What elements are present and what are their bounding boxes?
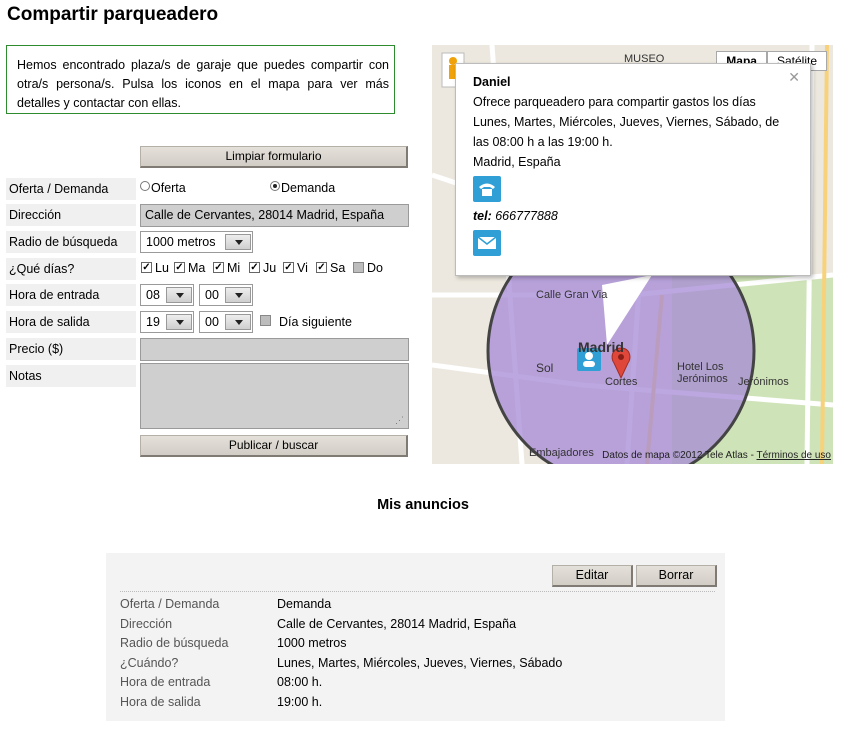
clear-form-button[interactable]: Limpiar formulario [140, 146, 408, 168]
label-direccion: Dirección [6, 204, 136, 226]
popup-line-4: Madrid, España [473, 155, 561, 169]
popup-tel-label: tel: [473, 209, 492, 223]
publish-search-button[interactable]: Publicar / buscar [140, 435, 408, 457]
label-dias: ¿Qué días? [6, 258, 136, 280]
divider [120, 591, 715, 592]
map-attribution: Datos de mapa ©2012 Tele Atlas - Término… [602, 450, 831, 461]
day-checkbox[interactable]: ✓ [174, 262, 185, 273]
day-checkbox[interactable]: ✓ [213, 262, 224, 273]
day-checkbox[interactable]: ✓ [249, 262, 260, 273]
label-precio: Precio ($) [6, 338, 136, 360]
ad-field-value: Lunes, Martes, Miércoles, Jueves, Vierne… [277, 655, 563, 670]
popup-tel-value: 666777888 [495, 209, 558, 223]
chevron-down-icon [166, 314, 192, 330]
label-notas: Notas [6, 365, 136, 387]
chevron-down-icon [225, 287, 251, 303]
map-label-madrid: Madrid [578, 339, 624, 355]
salida-hora-select[interactable]: 19 [140, 311, 194, 333]
radio-demanda-label: Demanda [281, 181, 336, 195]
entrada-min-select[interactable]: 00 [199, 284, 253, 306]
ad-field-value: Demanda [277, 597, 332, 611]
ad-field-value: 19:00 h. [277, 695, 323, 709]
ad-field-value: 1000 metros [277, 636, 347, 651]
popup-tel: tel: 666777888 [473, 206, 800, 226]
notas-textarea[interactable]: ⋰ [140, 363, 409, 429]
radio-select[interactable]: 1000 metros [140, 231, 253, 253]
label-oferta-demanda: Oferta / Demanda [6, 178, 136, 200]
ad-field-label: ¿Cuándo? [120, 655, 179, 670]
popup-line-2: Lunes, Martes, Miércoles, Jueves, Vierne… [473, 115, 780, 129]
label-hora-entrada: Hora de entrada [6, 284, 136, 306]
dia-siguiente-label: Día siguiente [279, 315, 352, 329]
map-label-hotel: Hotel Los Jerónimos [677, 361, 728, 385]
mail-icon[interactable] [473, 230, 501, 256]
map-terms-link[interactable]: Términos de uso [757, 450, 831, 461]
map-info-window: ✕ Daniel Ofrece parqueadero para compart… [455, 63, 811, 276]
chevron-down-icon [225, 234, 251, 250]
map-label-gran-via: Calle Gran Via [536, 289, 608, 301]
map-label-embajadores: Embajadores [529, 447, 594, 459]
day-checkbox[interactable] [353, 262, 364, 273]
radio-demanda[interactable] [270, 181, 280, 191]
close-icon[interactable]: ✕ [788, 67, 800, 87]
label-hora-salida: Hora de salida [6, 311, 136, 333]
entrada-hora-value: 08 [146, 288, 160, 302]
ad-field-label: Dirección [120, 616, 173, 631]
day-label: Vi [297, 261, 308, 275]
ad-field-value: 08:00 h. [277, 675, 323, 690]
map-view[interactable]: MUSEO Calle Gran Via Madrid Sol Cortes H… [432, 45, 833, 464]
entrada-hora-select[interactable]: 08 [140, 284, 194, 306]
chevron-down-icon [225, 314, 251, 330]
salida-hora-value: 19 [146, 315, 160, 329]
precio-input[interactable] [140, 338, 409, 361]
phone-icon[interactable] [473, 176, 501, 202]
day-label: Ju [263, 261, 277, 275]
my-ads-panel: Editar Borrar Oferta / Demanda Demanda Dir… [106, 553, 725, 721]
direccion-input[interactable]: Calle de Cervantes, 28014 Madrid, España [140, 204, 409, 227]
day-label: Lu [155, 261, 169, 275]
salida-min-value: 00 [205, 315, 219, 329]
chevron-down-icon [166, 287, 192, 303]
day-checkbox[interactable]: ✓ [316, 262, 327, 273]
page-title: Compartir parqueadero [7, 4, 219, 25]
day-label: Do [367, 261, 383, 275]
day-checkbox[interactable]: ✓ [283, 262, 294, 273]
day-checkbox[interactable]: ✓ [141, 262, 152, 273]
map-label-sol: Sol [536, 361, 554, 375]
popup-line-1: Ofrece parqueadero para compartir gastos… [473, 95, 756, 109]
map-label-jeronimos: Jerónimos [738, 376, 789, 388]
ad-field-label: Hora de entrada [120, 675, 211, 690]
info-message: Hemos encontrado plaza/s de garaje que p… [6, 45, 395, 114]
dia-siguiente-checkbox[interactable] [260, 315, 271, 326]
my-ads-title: Mis anuncios [377, 497, 469, 513]
day-label: Mi [227, 261, 241, 275]
radio-oferta-label: Oferta [151, 181, 186, 195]
label-radio: Radio de búsqueda [6, 231, 136, 253]
ad-field-label: Radio de búsqueda [120, 636, 229, 651]
resize-grip-icon[interactable]: ⋰ [395, 415, 404, 426]
day-label: Sa [330, 261, 346, 275]
popup-line-3: las 08:00 h a las 19:00 h. [473, 135, 613, 149]
ad-field-value: Calle de Cervantes, 28014 Madrid, España [277, 616, 517, 631]
day-label: Ma [188, 261, 206, 275]
radio-select-value: 1000 metros [146, 235, 216, 249]
map-attribution-text: Datos de mapa ©2012 Tele Atlas [602, 450, 748, 461]
map-label-cortes: Cortes [605, 376, 638, 388]
entrada-min-value: 00 [205, 288, 219, 302]
edit-button[interactable]: Editar [552, 565, 633, 587]
ad-field-label: Hora de salida [120, 695, 201, 709]
delete-button[interactable]: Borrar [636, 565, 717, 587]
salida-min-select[interactable]: 00 [199, 311, 253, 333]
popup-name: Daniel [473, 75, 511, 89]
radio-oferta[interactable] [140, 181, 150, 191]
ad-field-label: Oferta / Demanda [120, 597, 220, 611]
